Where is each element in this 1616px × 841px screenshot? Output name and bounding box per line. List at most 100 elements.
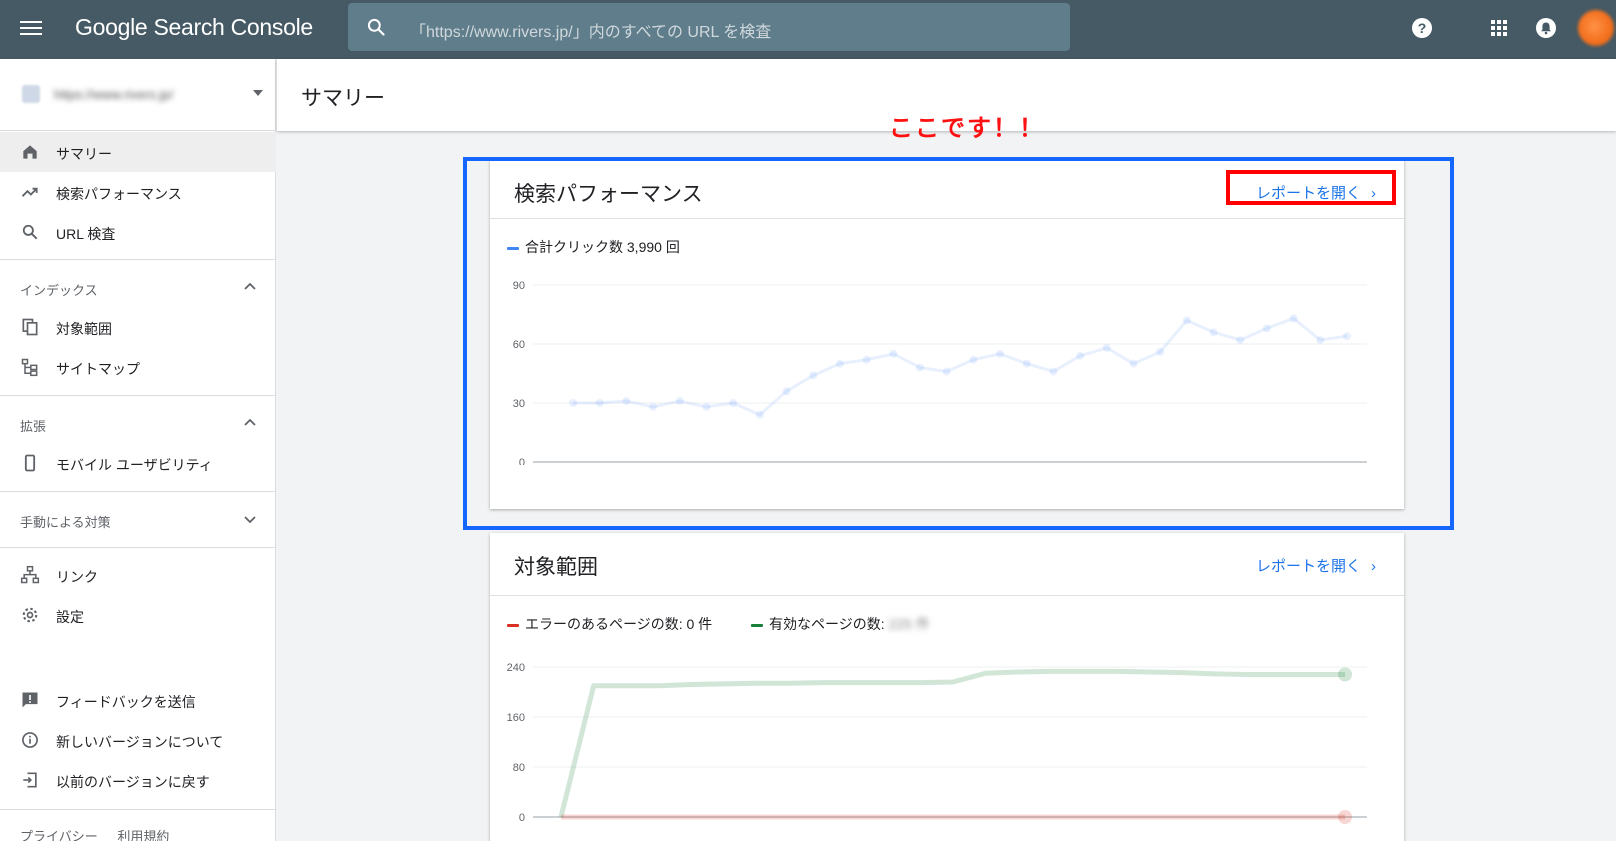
exit-icon	[23, 772, 37, 788]
sidebar-item-coverage[interactable]: 対象範囲	[0, 307, 276, 347]
chart-legend-valid[interactable]: 有効なページの数: 225 件	[751, 614, 930, 634]
section-index-toggle[interactable]: インデックス	[0, 269, 276, 305]
info-icon	[22, 732, 38, 748]
data-point	[622, 397, 631, 406]
data-point	[595, 399, 604, 407]
settings-icon	[22, 607, 38, 623]
sidebar-item-label: 新しいバージョンについて	[56, 734, 224, 750]
y-tick-label: 60	[513, 339, 525, 351]
chevron-down-icon[interactable]	[242, 511, 258, 527]
copy-pages-icon	[22, 318, 38, 336]
open-report-link[interactable]: レポートを開く ›	[1256, 182, 1376, 203]
y-tick-label: 80	[513, 762, 525, 774]
legend-label: 合計クリック数 3,990 回	[525, 239, 680, 255]
y-tick-label: 0	[519, 457, 525, 465]
search-icon[interactable]	[366, 17, 386, 37]
sidebar-item-mobile-usability[interactable]: モバイル ユーザビリティ	[0, 443, 276, 483]
legend-value-blurred: 225 件	[888, 616, 930, 632]
section-enhancements-toggle[interactable]: 拡張	[0, 405, 276, 441]
url-inspection-search[interactable]: 「https://www.rivers.jp/」内のすべての URL を検査	[348, 3, 1070, 51]
property-selector[interactable]: https://www.rivers.jp/	[18, 79, 263, 111]
sidebar-item-label: サマリー	[56, 146, 112, 162]
help-icon[interactable]: ?	[1410, 16, 1434, 40]
data-point	[1236, 336, 1245, 345]
open-report-label[interactable]: レポートを開く	[1256, 558, 1361, 575]
sidebar-item-label: 以前のバージョンに戻す	[56, 774, 210, 790]
sidebar-item-feedback[interactable]: フィードバックを送信	[0, 680, 276, 720]
data-point	[996, 349, 1005, 358]
data-point	[1289, 314, 1298, 323]
sidebar-item-old-version[interactable]: 以前のバージョンに戻す	[0, 760, 276, 800]
chart-legend-errors[interactable]: エラーのあるページの数: 0 件	[507, 614, 712, 634]
app-brand[interactable]: Google Search Console	[75, 14, 313, 41]
data-point	[729, 399, 738, 407]
legend-swatch	[507, 623, 519, 627]
terms-link[interactable]: 利用規約	[117, 829, 169, 841]
data-point	[755, 410, 764, 419]
trending-up-icon	[21, 187, 38, 197]
data-point	[915, 363, 924, 372]
section-manual-actions-toggle[interactable]: 手動による対策	[0, 501, 276, 537]
series-line	[573, 316, 1348, 417]
y-tick-label: 90	[513, 280, 525, 292]
property-name[interactable]: https://www.rivers.jp/	[54, 87, 173, 102]
sidebar-item-sitemaps[interactable]: サイトマップ	[0, 347, 276, 387]
open-report-link[interactable]: レポートを開く ›	[1256, 555, 1376, 576]
legend-swatch	[507, 246, 519, 250]
data-point	[1262, 324, 1271, 333]
account-avatar[interactable]	[1578, 10, 1614, 46]
data-point	[969, 355, 978, 364]
apps-grid-icon[interactable]	[1487, 16, 1511, 40]
coverage-card: 対象範囲 レポートを開く › エラーのあるページの数: 0 件 有効なページの数:…	[490, 533, 1404, 841]
dropdown-caret-icon[interactable]	[253, 90, 263, 96]
y-tick-label: 30	[513, 398, 525, 410]
sidebar-item-label: 対象範囲	[56, 321, 112, 337]
data-point	[889, 349, 898, 358]
sidebar-item-new-version[interactable]: 新しいバージョンについて	[0, 720, 276, 760]
sidebar-item-label: サイトマップ	[56, 361, 140, 377]
section-label: インデックス	[20, 283, 98, 298]
chevron-right-icon[interactable]: ›	[1371, 558, 1376, 575]
legend-label: 有効なページの数:	[769, 616, 885, 632]
sidebar-item-links[interactable]: リンク	[0, 555, 276, 595]
chevron-right-icon[interactable]: ›	[1371, 185, 1376, 202]
sidebar-item-label: 検索パフォーマンス	[56, 186, 182, 202]
card-title: 検索パフォーマンス	[514, 183, 703, 206]
sitemap-icon	[21, 358, 38, 377]
sidebar: https://www.rivers.jp/ サマリー 検索パフォーマンス UR…	[0, 59, 276, 841]
divider	[0, 809, 276, 810]
data-point	[649, 402, 658, 411]
section-label: 手動による対策	[20, 515, 111, 530]
performance-chart: 03060902018/06/172018/07/012018/07/15201…	[513, 280, 1367, 465]
svg-text:?: ?	[1418, 20, 1427, 36]
chart-legend-clicks[interactable]: 合計クリック数 3,990 回	[507, 237, 680, 257]
sidebar-item-url-inspection[interactable]: URL 検査	[0, 212, 276, 252]
sidebar-item-label: リンク	[56, 569, 98, 585]
notifications-icon[interactable]	[1534, 16, 1558, 40]
series-line	[558, 668, 1345, 818]
y-tick-label: 160	[507, 712, 525, 724]
y-tick-label: 0	[519, 812, 525, 824]
coverage-chart: 0 80 160 240	[507, 662, 1367, 824]
sidebar-item-performance[interactable]: 検索パフォーマンス	[0, 172, 276, 212]
section-label: 拡張	[20, 419, 47, 434]
open-report-label[interactable]: レポートを開く	[1256, 185, 1361, 202]
menu-icon[interactable]	[20, 18, 42, 40]
sidebar-item-summary[interactable]: サマリー	[0, 132, 276, 172]
home-icon	[23, 145, 37, 159]
data-point	[1076, 351, 1085, 360]
annotation-callout: ここです！！	[889, 115, 1045, 142]
divider	[0, 130, 276, 131]
links-icon	[20, 565, 40, 584]
footer-links: プライバシー 利用規約	[20, 826, 185, 841]
data-point	[1129, 359, 1138, 368]
data-point	[702, 402, 711, 411]
search-placeholder[interactable]: 「https://www.rivers.jp/」内のすべての URL を検査	[410, 18, 771, 42]
sidebar-item-label: フィードバックを送信	[56, 694, 196, 710]
chevron-up-icon[interactable]	[242, 415, 258, 431]
sidebar-item-settings[interactable]: 設定	[0, 595, 276, 635]
privacy-link[interactable]: プライバシー	[20, 829, 98, 841]
card-divider	[490, 595, 1404, 596]
data-point	[1022, 359, 1031, 368]
chevron-up-icon[interactable]	[242, 279, 258, 295]
